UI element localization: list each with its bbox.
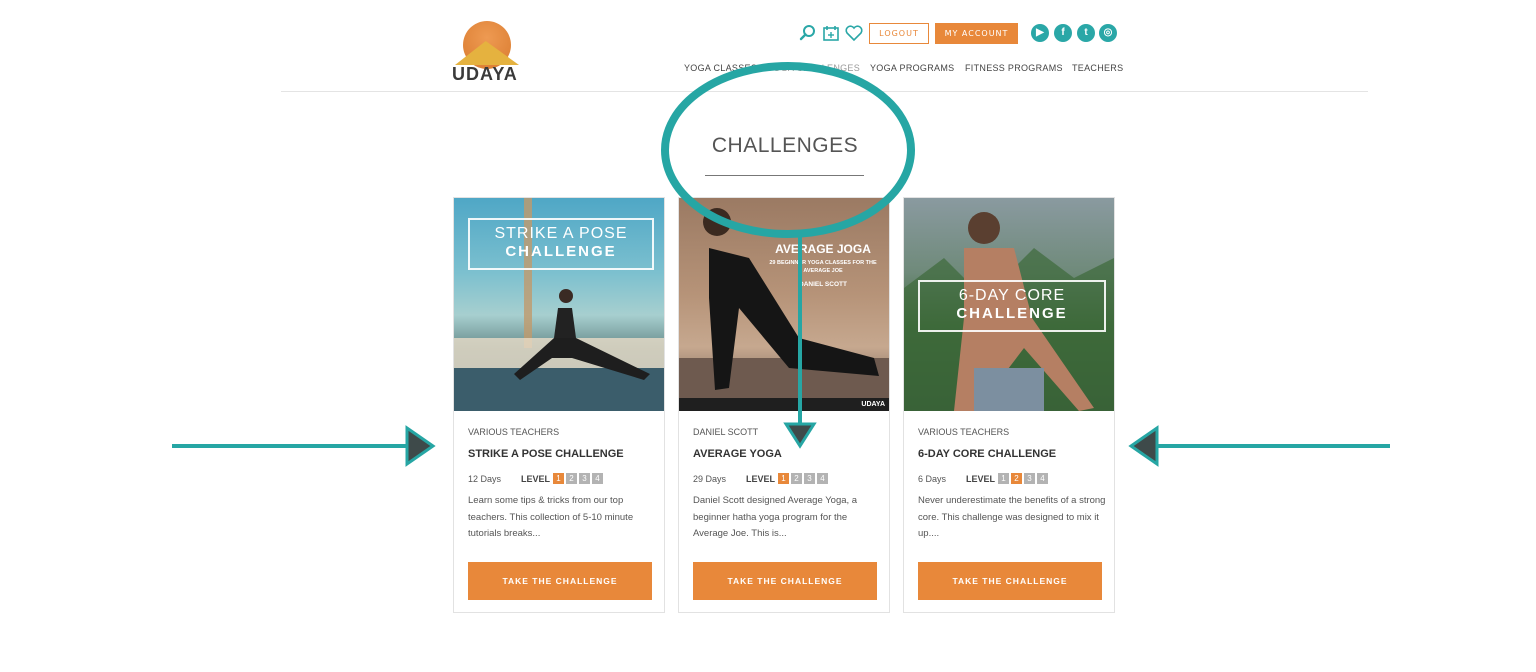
arrow-right-head xyxy=(1128,425,1159,467)
arrow-left-head xyxy=(405,425,436,467)
arrow-down-head xyxy=(783,422,817,449)
annotation-overlay xyxy=(172,62,1390,467)
highlight-ellipse xyxy=(661,62,915,238)
